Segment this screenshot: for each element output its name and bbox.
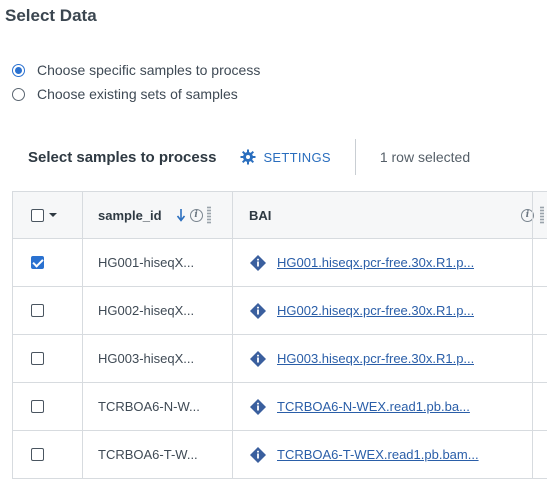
bai-file-link[interactable]: HG001.hiseqx.pcr-free.30x.R1.p... — [277, 255, 474, 270]
column-header-sample-id[interactable]: sample_id i — [98, 192, 238, 238]
diamond-info-icon — [250, 350, 266, 367]
select-all-checkbox[interactable] — [31, 208, 44, 222]
sample-id-cell: HG001-hiseqX... — [98, 239, 233, 286]
diamond-info-icon — [250, 398, 266, 415]
column-divider — [532, 192, 533, 478]
radio-button-specific-samples[interactable] — [12, 63, 25, 77]
column-header-sample-id-label: sample_id — [98, 207, 162, 223]
bai-file-link[interactable]: TCRBOA6-T-WEX.read1.pb.bam... — [277, 447, 479, 462]
bai-cell: HG002.hiseqx.pcr-free.30x.R1.p... — [249, 287, 533, 334]
sample-id-text: HG002-hiseqX... — [98, 303, 195, 318]
samples-grid: sample_id i BAI i HG001-hiseqX... HG001.… — [12, 191, 547, 479]
settings-button[interactable]: SETTINGS — [240, 149, 331, 165]
bai-file-link[interactable]: HG002.hiseqx.pcr-free.30x.R1.p... — [277, 303, 474, 318]
bai-cell: TCRBOA6-T-WEX.read1.pb.bam... — [249, 431, 533, 478]
bai-cell: TCRBOA6-N-WEX.read1.pb.ba... — [249, 383, 533, 430]
grid-header: sample_id i BAI i — [13, 192, 547, 239]
table-row[interactable]: TCRBOA6-N-W... TCRBOA6-N-WEX.read1.pb.ba… — [13, 383, 547, 431]
sample-id-cell: HG003-hiseqX... — [98, 335, 233, 382]
row-select-cell[interactable] — [31, 383, 44, 430]
table-row[interactable]: TCRBOA6-T-W... TCRBOA6-T-WEX.read1.pb.ba… — [13, 431, 547, 478]
sample-id-cell: TCRBOA6-T-W... — [98, 431, 233, 478]
radio-option-existing-sets[interactable]: Choose existing sets of samples — [12, 86, 238, 102]
sample-id-text: HG001-hiseqX... — [98, 255, 195, 270]
row-checkbox[interactable] — [31, 304, 44, 317]
radio-option-specific-samples[interactable]: Choose specific samples to process — [12, 62, 260, 78]
row-select-cell[interactable] — [31, 287, 44, 334]
selected-row-count: 1 row selected — [379, 149, 471, 165]
row-checkbox[interactable] — [31, 400, 44, 413]
select-all-control[interactable] — [31, 192, 81, 238]
radio-label-existing-sets: Choose existing sets of samples — [37, 86, 238, 102]
row-select-cell[interactable] — [31, 335, 44, 382]
sample-id-cell: HG002-hiseqX... — [98, 287, 233, 334]
diamond-info-icon — [250, 254, 266, 271]
column-resize-handle-icon[interactable] — [206, 206, 211, 224]
diamond-info-icon — [250, 446, 266, 463]
row-checkbox[interactable] — [31, 448, 44, 461]
table-row[interactable]: HG001-hiseqX... HG001.hiseqx.pcr-free.30… — [13, 239, 547, 287]
sample-id-text: HG003-hiseqX... — [98, 351, 195, 366]
sample-id-text: TCRBOA6-N-W... — [98, 399, 200, 414]
bai-cell: HG001.hiseqx.pcr-free.30x.R1.p... — [249, 239, 533, 286]
row-select-cell[interactable] — [31, 431, 44, 478]
radio-label-specific-samples: Choose specific samples to process — [37, 62, 261, 78]
table-row[interactable]: HG003-hiseqX... HG003.hiseqx.pcr-free.30… — [13, 335, 547, 383]
page-title: Select Data — [5, 6, 97, 25]
gear-icon — [240, 149, 256, 165]
grid-toolbar: Select samples to process SETTINGS 1 row… — [28, 138, 538, 176]
chevron-down-icon[interactable] — [48, 211, 58, 219]
radio-button-existing-sets[interactable] — [12, 87, 25, 101]
sample-id-cell: TCRBOA6-N-W... — [98, 383, 233, 430]
bai-cell: HG003.hiseqx.pcr-free.30x.R1.p... — [249, 335, 533, 382]
column-divider — [232, 192, 233, 478]
row-checkbox[interactable] — [31, 256, 44, 269]
column-divider — [82, 192, 83, 478]
bai-file-link[interactable]: HG003.hiseqx.pcr-free.30x.R1.p... — [277, 351, 474, 366]
diamond-info-icon — [250, 302, 266, 319]
row-checkbox[interactable] — [31, 352, 44, 365]
toolbar-title: Select samples to process — [28, 148, 217, 166]
sample-id-text: TCRBOA6-T-W... — [98, 447, 198, 462]
column-resize-handle-icon[interactable] — [540, 206, 544, 224]
row-select-cell[interactable] — [31, 239, 44, 286]
table-row[interactable]: HG002-hiseqX... HG002.hiseqx.pcr-free.30… — [13, 287, 547, 335]
toolbar-divider — [354, 139, 356, 175]
column-header-bai[interactable]: BAI i — [249, 192, 544, 238]
info-icon[interactable]: i — [189, 208, 203, 222]
bai-file-link[interactable]: TCRBOA6-N-WEX.read1.pb.ba... — [277, 399, 470, 414]
sort-down-arrow-icon[interactable] — [176, 208, 186, 222]
settings-label: SETTINGS — [263, 149, 331, 165]
column-header-bai-label: BAI — [249, 207, 272, 223]
